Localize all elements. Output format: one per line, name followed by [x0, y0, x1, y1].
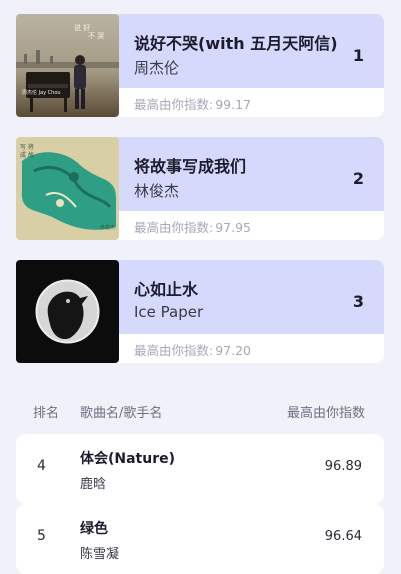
svg-text:写 将: 写 将	[20, 143, 34, 151]
song-title[interactable]: 说好不哭(with 五月天阿信)	[134, 30, 338, 54]
score-label: 最高由你指数:	[134, 97, 214, 112]
artist-name[interactable]: Ice Paper	[134, 303, 203, 321]
peak-score: 最高由你指数: 97.95	[134, 217, 251, 236]
top-chart-card-1[interactable]: 说 好 不 哭 周杰伦 Jay Chou 说好不哭(with 五月天阿信) 周杰…	[16, 14, 384, 117]
svg-text:说 好: 说 好	[74, 23, 90, 32]
table-row[interactable]: 4 体会(Nature) 鹿晗 96.89	[16, 434, 384, 504]
row-score: 96.64	[324, 529, 362, 544]
row-artist[interactable]: 鹿晗	[80, 473, 106, 492]
svg-text:周杰伦 Jay Chou: 周杰伦 Jay Chou	[22, 89, 61, 96]
row-song-title[interactable]: 体会(Nature)	[80, 448, 175, 468]
column-song-artist: 歌曲名/歌手名	[80, 406, 163, 421]
score-value: 97.20	[215, 343, 252, 358]
score-value: 97.95	[215, 220, 252, 235]
row-rank: 5	[37, 528, 46, 544]
svg-text:不 哭: 不 哭	[88, 32, 104, 40]
score-value: 99.17	[215, 97, 252, 112]
score-label: 最高由你指数:	[134, 220, 214, 235]
rank-number: 2	[352, 169, 364, 188]
album-cover-green-art-icon[interactable]: 写 将 成 故 林俊杰	[16, 137, 119, 240]
song-title[interactable]: 将故事写成我们	[134, 153, 246, 177]
artist-name[interactable]: 林俊杰	[134, 180, 179, 201]
svg-text:成 故: 成 故	[20, 151, 34, 159]
row-artist[interactable]: 陈雪凝	[80, 543, 119, 562]
table-row[interactable]: 5 绿色 陈雪凝 96.64	[16, 504, 384, 574]
row-rank: 4	[37, 458, 46, 474]
song-title[interactable]: 心如止水	[134, 276, 198, 300]
peak-score: 最高由你指数: 99.17	[134, 94, 251, 113]
rank-number: 1	[352, 46, 364, 65]
row-song-title[interactable]: 绿色	[80, 518, 108, 538]
top-chart-card-2[interactable]: 写 将 成 故 林俊杰 将故事写成我们 林俊杰 2 最高由你指数: 97.95	[16, 137, 384, 240]
column-rank: 排名	[33, 406, 60, 421]
row-score: 96.89	[324, 459, 362, 474]
artist-name[interactable]: 周杰伦	[134, 57, 179, 78]
album-cover-piano-icon[interactable]: 说 好 不 哭 周杰伦 Jay Chou	[16, 14, 119, 117]
peak-score: 最高由你指数: 97.20	[134, 340, 251, 359]
top-chart-card-3[interactable]: 心如止水 Ice Paper 3 最高由你指数: 97.20	[16, 260, 384, 363]
rank-number: 3	[352, 292, 364, 311]
svg-text:林俊杰: 林俊杰	[100, 224, 115, 231]
chart-table-header: 排名 歌曲名/歌手名 最高由你指数	[16, 402, 385, 422]
album-cover-crow-icon[interactable]	[16, 260, 119, 363]
column-score: 最高由你指数	[286, 406, 365, 421]
score-label: 最高由你指数:	[134, 343, 214, 358]
